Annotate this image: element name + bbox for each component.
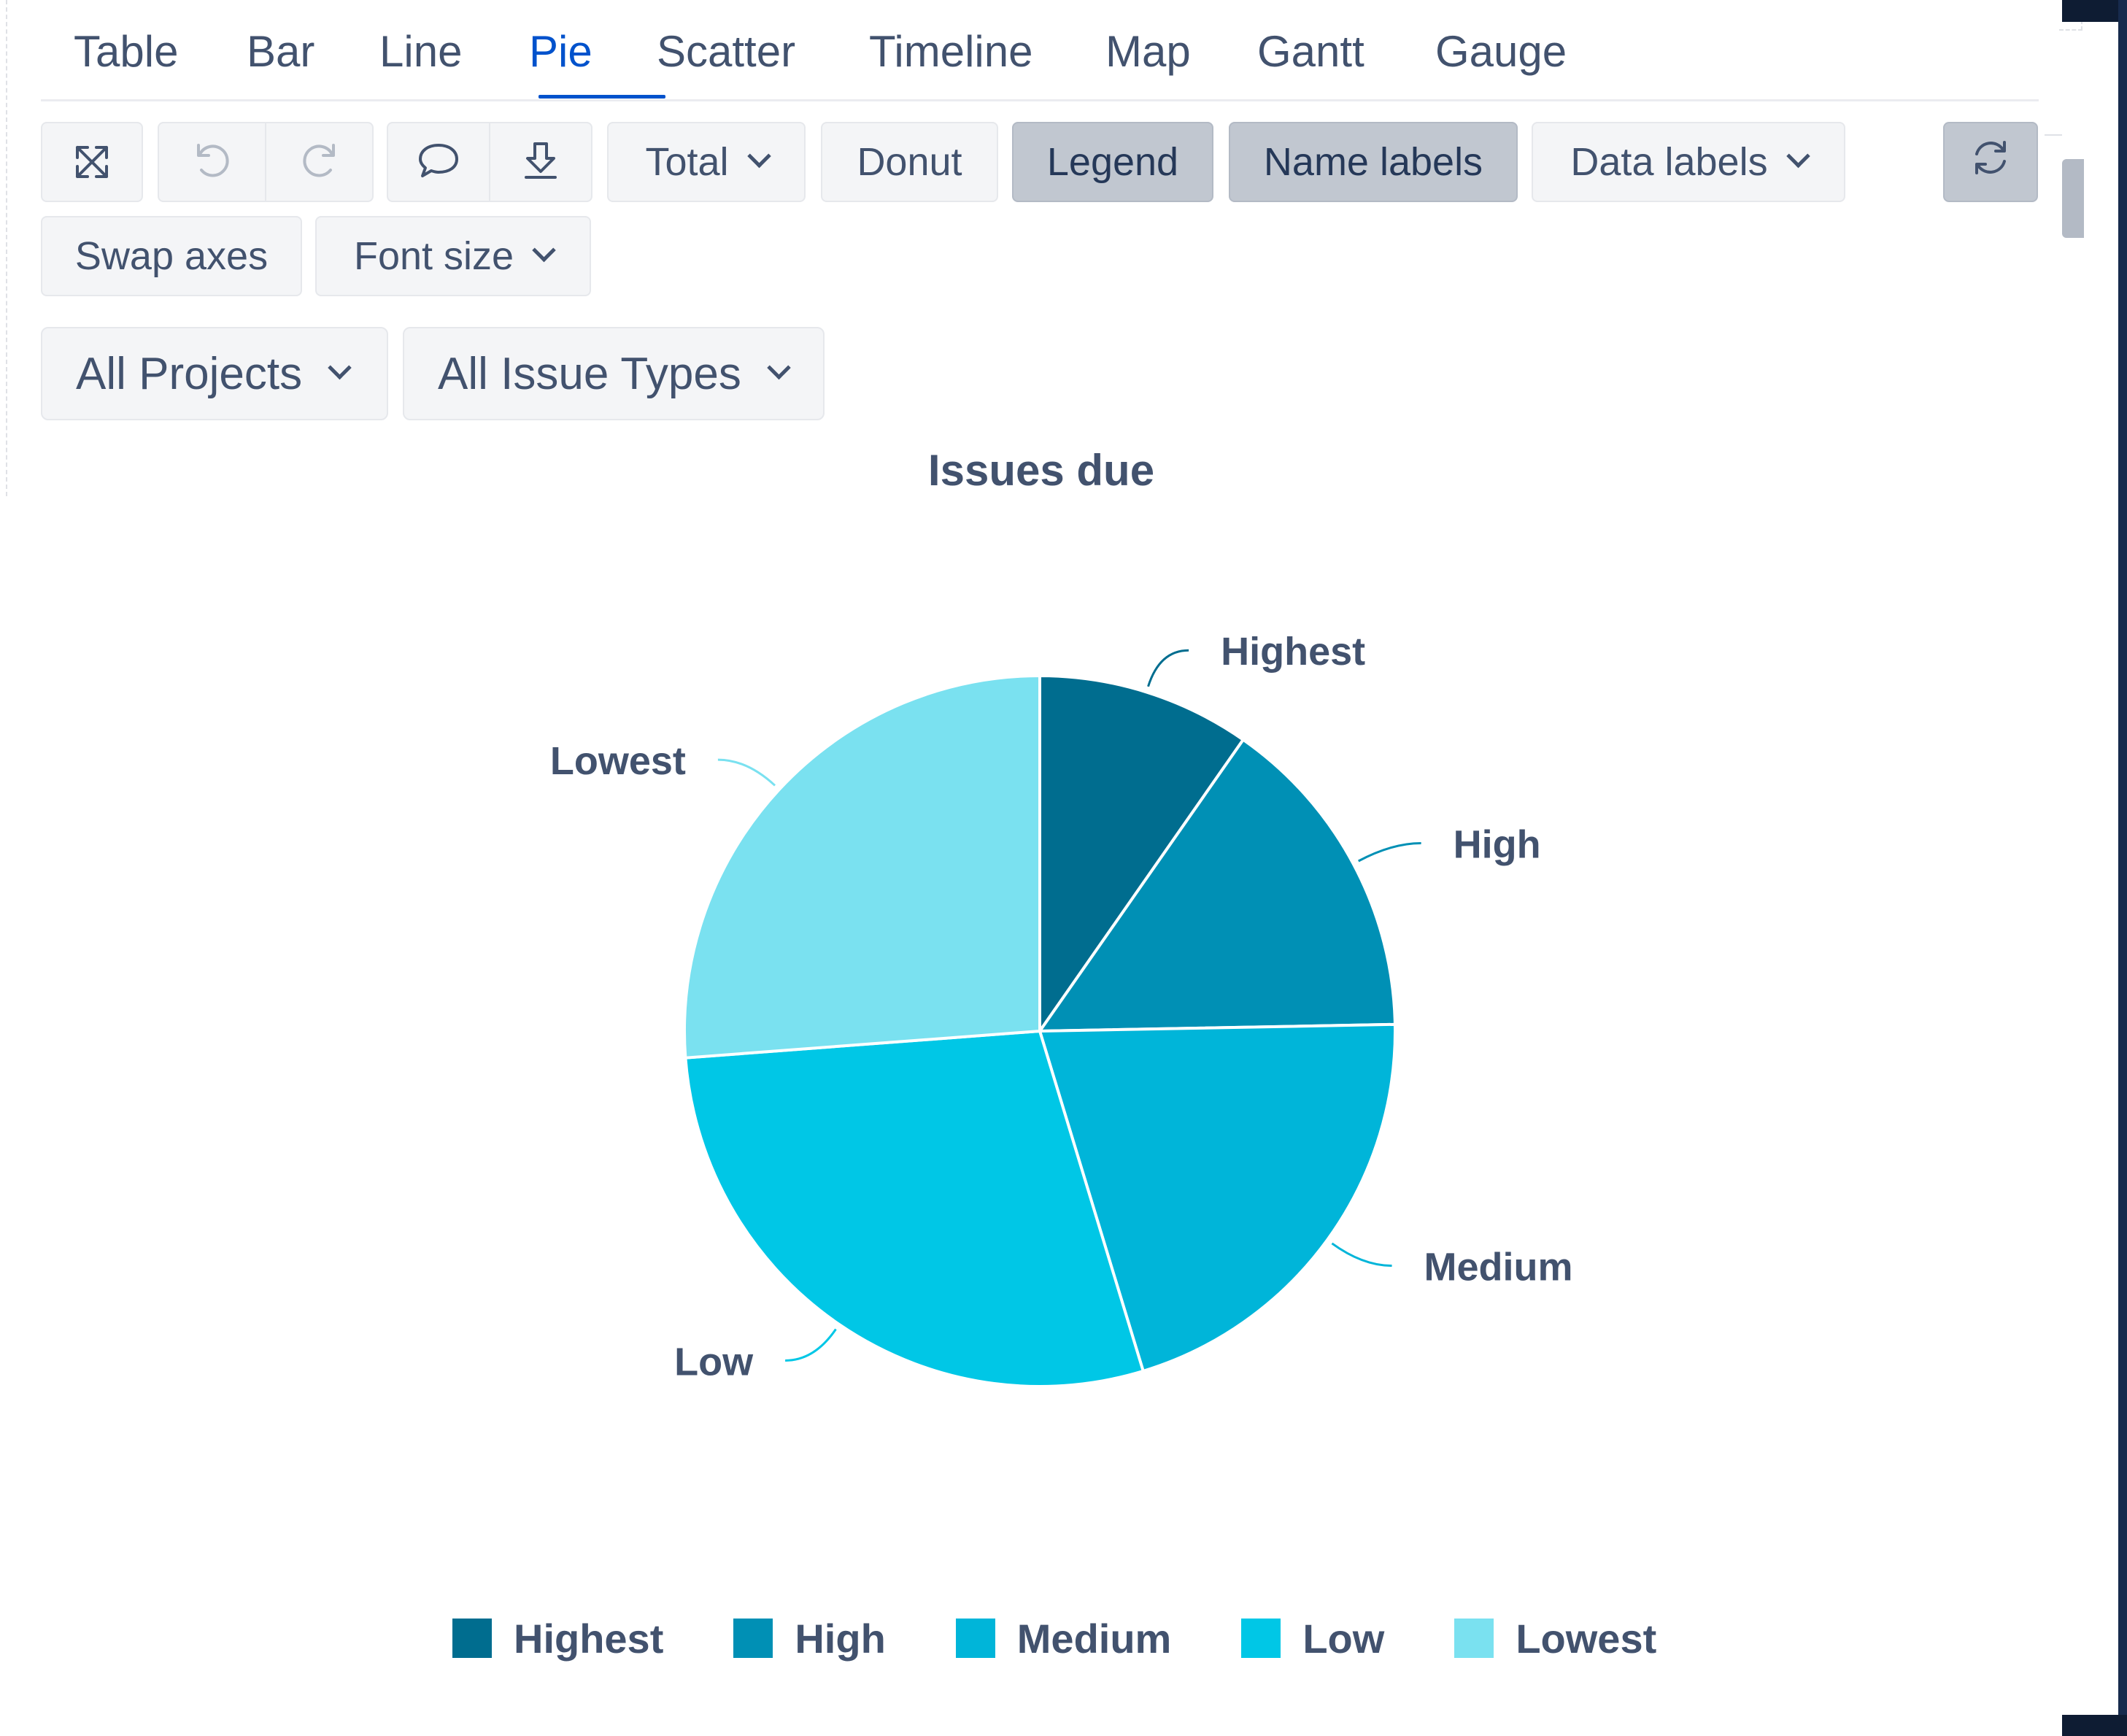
slice-name-label-lowest: Lowest (550, 739, 686, 783)
pie-chart: Highest High Medium Low Lowest (550, 630, 1573, 1388)
legend-item-low[interactable]: Low (1241, 1615, 1384, 1662)
legend-swatch (1454, 1619, 1494, 1658)
pie-report-panel: Table Bar Line Pie Scatter Timeline Map … (0, 0, 2127, 1736)
legend-item-highest[interactable]: Highest (452, 1615, 663, 1662)
legend-swatch (452, 1619, 492, 1658)
slice-name-label-highest: Highest (1221, 630, 1365, 674)
legend-label: Low (1302, 1615, 1385, 1662)
label-connector-low (785, 1328, 837, 1362)
slice-name-label-high: High (1454, 823, 1541, 867)
legend-label: Medium (1016, 1615, 1172, 1662)
label-connector-high (1358, 842, 1421, 863)
legend-swatch (955, 1619, 995, 1658)
legend-item-lowest[interactable]: Lowest (1454, 1615, 1656, 1662)
pie-slice-lowest[interactable] (683, 674, 1041, 1060)
label-connector-medium (1331, 1242, 1392, 1268)
slice-name-label-low: Low (674, 1340, 754, 1384)
label-connector-highest (1147, 649, 1189, 687)
legend-item-high[interactable]: High (733, 1615, 886, 1662)
legend-swatch (733, 1619, 773, 1658)
legend-label: Lowest (1516, 1615, 1657, 1662)
chart-legend: Highest High Medium Low Lowest (452, 1613, 1656, 1664)
window-edge-line (2118, 0, 2127, 1736)
slice-name-label-medium: Medium (1424, 1246, 1573, 1289)
legend-label: Highest (514, 1615, 664, 1662)
legend-item-medium[interactable]: Medium (955, 1615, 1172, 1662)
legend-swatch (1241, 1619, 1281, 1658)
legend-label: High (795, 1615, 886, 1662)
label-connector-lowest (717, 758, 776, 787)
